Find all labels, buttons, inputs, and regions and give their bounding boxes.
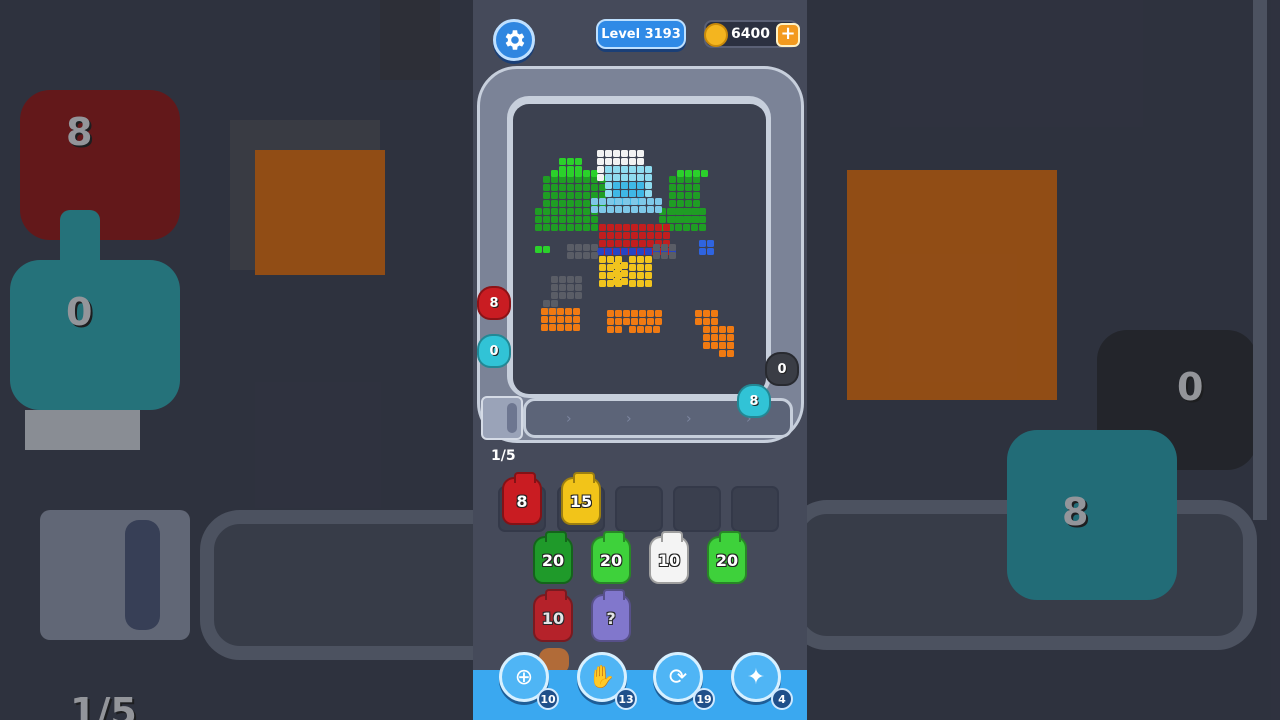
add-slot-icon: ⊕	[514, 664, 534, 690]
level-indicator: Level 3193	[596, 19, 686, 49]
coin-amount: 6400	[731, 26, 770, 42]
coin-icon	[704, 23, 728, 47]
booster-count: 13	[615, 688, 637, 710]
belt-creature-value: 0	[489, 343, 499, 359]
jar-count: 15	[569, 491, 593, 511]
slot-jar-red[interactable]: 8	[502, 472, 542, 525]
belt-creature-value: 8	[489, 295, 499, 311]
game-area: Level 3193 6400 + › › › › 1/5 8 0 0 8 8 …	[473, 0, 807, 720]
add-coins-button[interactable]: +	[776, 23, 800, 47]
slot-jar-yellow[interactable]: 15	[561, 472, 601, 525]
shuffle-icon: ⟳	[668, 664, 688, 690]
holding-slot	[731, 486, 779, 532]
hand-icon: ✋	[588, 664, 616, 690]
booster-count: 19	[693, 688, 715, 710]
belt-creature-cyan[interactable]: 8	[737, 384, 771, 418]
queue-jar-mystery[interactable]: ?	[591, 589, 631, 642]
page-counter: 1/5	[491, 448, 516, 464]
background-right: 0 8	[807, 0, 1280, 720]
pixel-board	[513, 104, 766, 394]
jar-count: ?	[606, 608, 616, 628]
jar-count: 10	[657, 550, 681, 570]
jar-count: 8	[516, 491, 528, 511]
game-screen: 8 0 1/5 0 8 Level 3193 6400 + › › › › 1/…	[0, 0, 1280, 720]
settings-button[interactable]	[493, 19, 535, 61]
holding-slot	[615, 486, 663, 532]
queue-jar-green[interactable]: 20	[591, 531, 631, 584]
booster-count: 4	[771, 688, 793, 710]
jar-count: 20	[715, 550, 739, 570]
jar-count: 20	[599, 550, 623, 570]
background-left: 8 0 1/5	[0, 0, 473, 720]
magic-icon: ✦	[746, 664, 766, 690]
jar-count: 10	[541, 608, 565, 628]
jar-count: 20	[541, 550, 565, 570]
launcher	[481, 396, 523, 440]
queue-jar-dark-green[interactable]: 20	[533, 531, 573, 584]
belt-creature-red[interactable]: 8	[477, 286, 511, 320]
belt-creature-black[interactable]: 0	[765, 352, 799, 386]
holding-slot	[673, 486, 721, 532]
coin-counter: 6400 +	[704, 20, 800, 48]
booster-count: 10	[537, 688, 559, 710]
belt-creature-value: 8	[749, 393, 759, 409]
belt-creature-cyan[interactable]: 0	[477, 334, 511, 368]
gear-icon	[505, 30, 525, 50]
queue-jar-red[interactable]: 10	[533, 589, 573, 642]
belt-creature-value: 0	[777, 361, 787, 377]
queue-jar-white[interactable]: 10	[649, 531, 689, 584]
queue-jar-green[interactable]: 20	[707, 531, 747, 584]
